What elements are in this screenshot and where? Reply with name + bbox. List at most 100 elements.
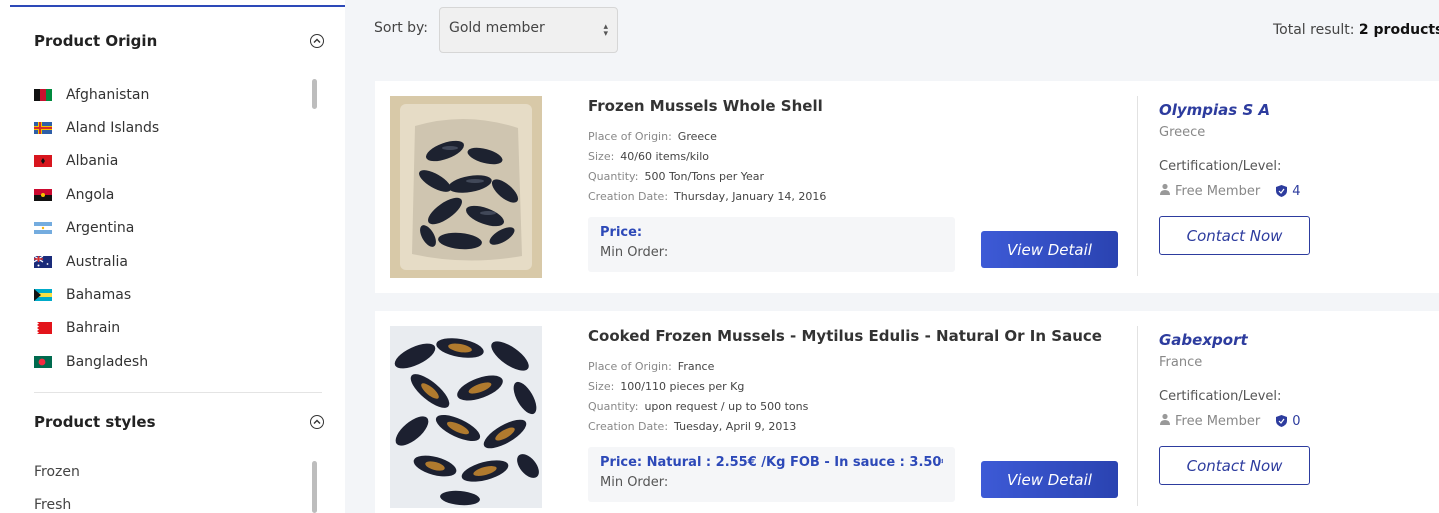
shield-icon — [1276, 415, 1288, 427]
price-box: Price: Min Order: — [588, 217, 955, 272]
chevron-up-icon[interactable] — [310, 34, 324, 48]
style-item-label: Fresh — [34, 496, 72, 513]
origin-item-label: Bahrain — [66, 320, 121, 337]
seller-country: Greece — [1159, 125, 1206, 140]
origin-item-albania[interactable]: Albania — [34, 145, 294, 178]
origin-scrollbar[interactable] — [312, 79, 317, 109]
meta-key: Place of Origin: — [588, 360, 672, 373]
product-styles-title: Product styles — [34, 413, 156, 431]
member-level: Free Member 4 — [1159, 183, 1300, 199]
meta-key: Place of Origin: — [588, 130, 672, 143]
meta-value: France — [677, 360, 715, 373]
view-detail-button[interactable]: View Detail — [981, 231, 1118, 268]
bangladesh-flag-icon — [34, 355, 52, 368]
view-detail-button[interactable]: View Detail — [981, 461, 1118, 498]
origin-item-argentina[interactable]: Argentina — [34, 212, 294, 245]
product-price: Price: — [600, 225, 643, 240]
product-origin-title: Product Origin — [34, 32, 158, 50]
min-order: Min Order: — [600, 475, 669, 490]
meta-size: Size: 100/110 pieces per Kg — [588, 377, 808, 397]
member-level: Free Member 0 — [1159, 413, 1300, 429]
meta-value: Tuesday, April 9, 2013 — [674, 420, 797, 433]
product-title[interactable]: Frozen Mussels Whole Shell — [588, 97, 823, 115]
user-icon — [1159, 183, 1171, 199]
meta-key: Size: — [588, 150, 615, 163]
meta-quantity: Quantity: 500 Ton/Tons per Year — [588, 167, 826, 187]
meta-date: Creation Date: Tuesday, April 9, 2013 — [588, 417, 808, 437]
min-order: Min Order: — [600, 245, 669, 260]
shield-icon — [1276, 185, 1288, 197]
origin-item-label: Angola — [66, 186, 115, 203]
australia-flag-icon — [34, 255, 52, 268]
meta-value: 40/60 items/kilo — [620, 150, 709, 163]
origin-item-angola[interactable]: Angola — [34, 178, 294, 211]
product-image[interactable] — [390, 96, 542, 278]
product-price: Price: Natural : 2.55€ /Kg FOB - In sauc… — [600, 455, 943, 470]
origin-item-bangladesh[interactable]: Bangladesh — [34, 345, 294, 378]
product-meta: Place of Origin: France Size: 100/110 piec… — [588, 357, 808, 437]
card-divider — [1137, 326, 1138, 506]
style-item-frozen[interactable]: Frozen — [34, 455, 294, 488]
total-result-count: 2 products — [1358, 22, 1439, 38]
origin-item-bahamas[interactable]: Bahamas — [34, 278, 294, 311]
meta-key: Creation Date: — [588, 420, 669, 433]
member-type: Free Member — [1175, 183, 1261, 199]
product-meta: Place of Origin: Greece Size: 40/60 items/… — [588, 127, 826, 207]
product-image[interactable] — [390, 326, 542, 508]
meta-quantity: Quantity: upon request / up to 500 tons — [588, 397, 808, 417]
meta-value: Greece — [677, 130, 717, 143]
style-item-fresh[interactable]: Fresh — [34, 488, 294, 513]
bahamas-flag-icon — [34, 289, 52, 302]
bahrain-flag-icon — [34, 322, 52, 335]
sort-select[interactable]: Gold member ▴ ▾ — [439, 7, 618, 53]
total-result-label: Total result: — [1273, 22, 1359, 38]
meta-key: Creation Date: — [588, 190, 669, 203]
member-type: Free Member — [1175, 413, 1261, 429]
sidebar-top-border — [10, 5, 345, 7]
level-value: 0 — [1292, 413, 1301, 429]
origin-item-label: Afghanistan — [66, 86, 150, 103]
sort-label: Sort by: — [374, 20, 429, 36]
meta-value: Thursday, January 14, 2016 — [674, 190, 827, 203]
meta-value: 100/110 pieces per Kg — [620, 380, 745, 393]
card-divider — [1137, 96, 1138, 276]
styles-list: Frozen Fresh — [34, 455, 294, 513]
origin-item-label: Aland Islands — [66, 120, 160, 137]
sort-arrows-icon: ▴ ▾ — [603, 22, 608, 39]
product-origin-header: Product Origin — [34, 29, 324, 53]
meta-value: 500 Ton/Tons per Year — [644, 170, 765, 183]
origin-item-label: Bangladesh — [66, 353, 149, 370]
meta-date: Creation Date: Thursday, January 14, 2016 — [588, 187, 826, 207]
origin-list: Afghanistan Aland Islands Albania Angola… — [34, 78, 294, 379]
product-card: Frozen Mussels Whole Shell Place of Orig… — [375, 81, 1439, 293]
product-card: Cooked Frozen Mussels - Mytilus Edulis -… — [375, 311, 1439, 513]
albania-flag-icon — [34, 155, 52, 168]
origin-item-afghanistan[interactable]: Afghanistan — [34, 78, 294, 111]
seller-name[interactable]: Gabexport — [1159, 331, 1248, 349]
contact-now-button[interactable]: Contact Now — [1159, 446, 1310, 485]
certification-label: Certification/Level: — [1159, 159, 1282, 174]
seller-name[interactable]: Olympias S A — [1159, 101, 1270, 119]
styles-scrollbar[interactable] — [312, 461, 317, 513]
product-styles-header: Product styles — [34, 410, 324, 434]
origin-item-label: Bahamas — [66, 287, 132, 304]
argentina-flag-icon — [34, 222, 52, 235]
angola-flag-icon — [34, 188, 52, 201]
contact-now-button[interactable]: Contact Now — [1159, 216, 1310, 255]
price-box: Price: Natural : 2.55€ /Kg FOB - In sauc… — [588, 447, 955, 502]
total-result: Total result: 2 products — [1273, 22, 1439, 38]
origin-item-label: Albania — [66, 153, 119, 170]
product-title[interactable]: Cooked Frozen Mussels - Mytilus Edulis -… — [588, 327, 1102, 345]
chevron-up-icon[interactable] — [310, 415, 324, 429]
level-value: 4 — [1292, 183, 1301, 199]
meta-key: Quantity: — [588, 170, 639, 183]
origin-item-aland-islands[interactable]: Aland Islands — [34, 111, 294, 144]
user-icon — [1159, 413, 1171, 429]
origin-item-australia[interactable]: Australia — [34, 245, 294, 278]
style-item-label: Frozen — [34, 463, 80, 480]
origin-item-bahrain[interactable]: Bahrain — [34, 312, 294, 345]
origin-item-label: Argentina — [66, 220, 135, 237]
filter-sidebar: Product Origin Afghanistan Aland Islands… — [0, 0, 345, 513]
meta-key: Quantity: — [588, 400, 639, 413]
meta-size: Size: 40/60 items/kilo — [588, 147, 826, 167]
